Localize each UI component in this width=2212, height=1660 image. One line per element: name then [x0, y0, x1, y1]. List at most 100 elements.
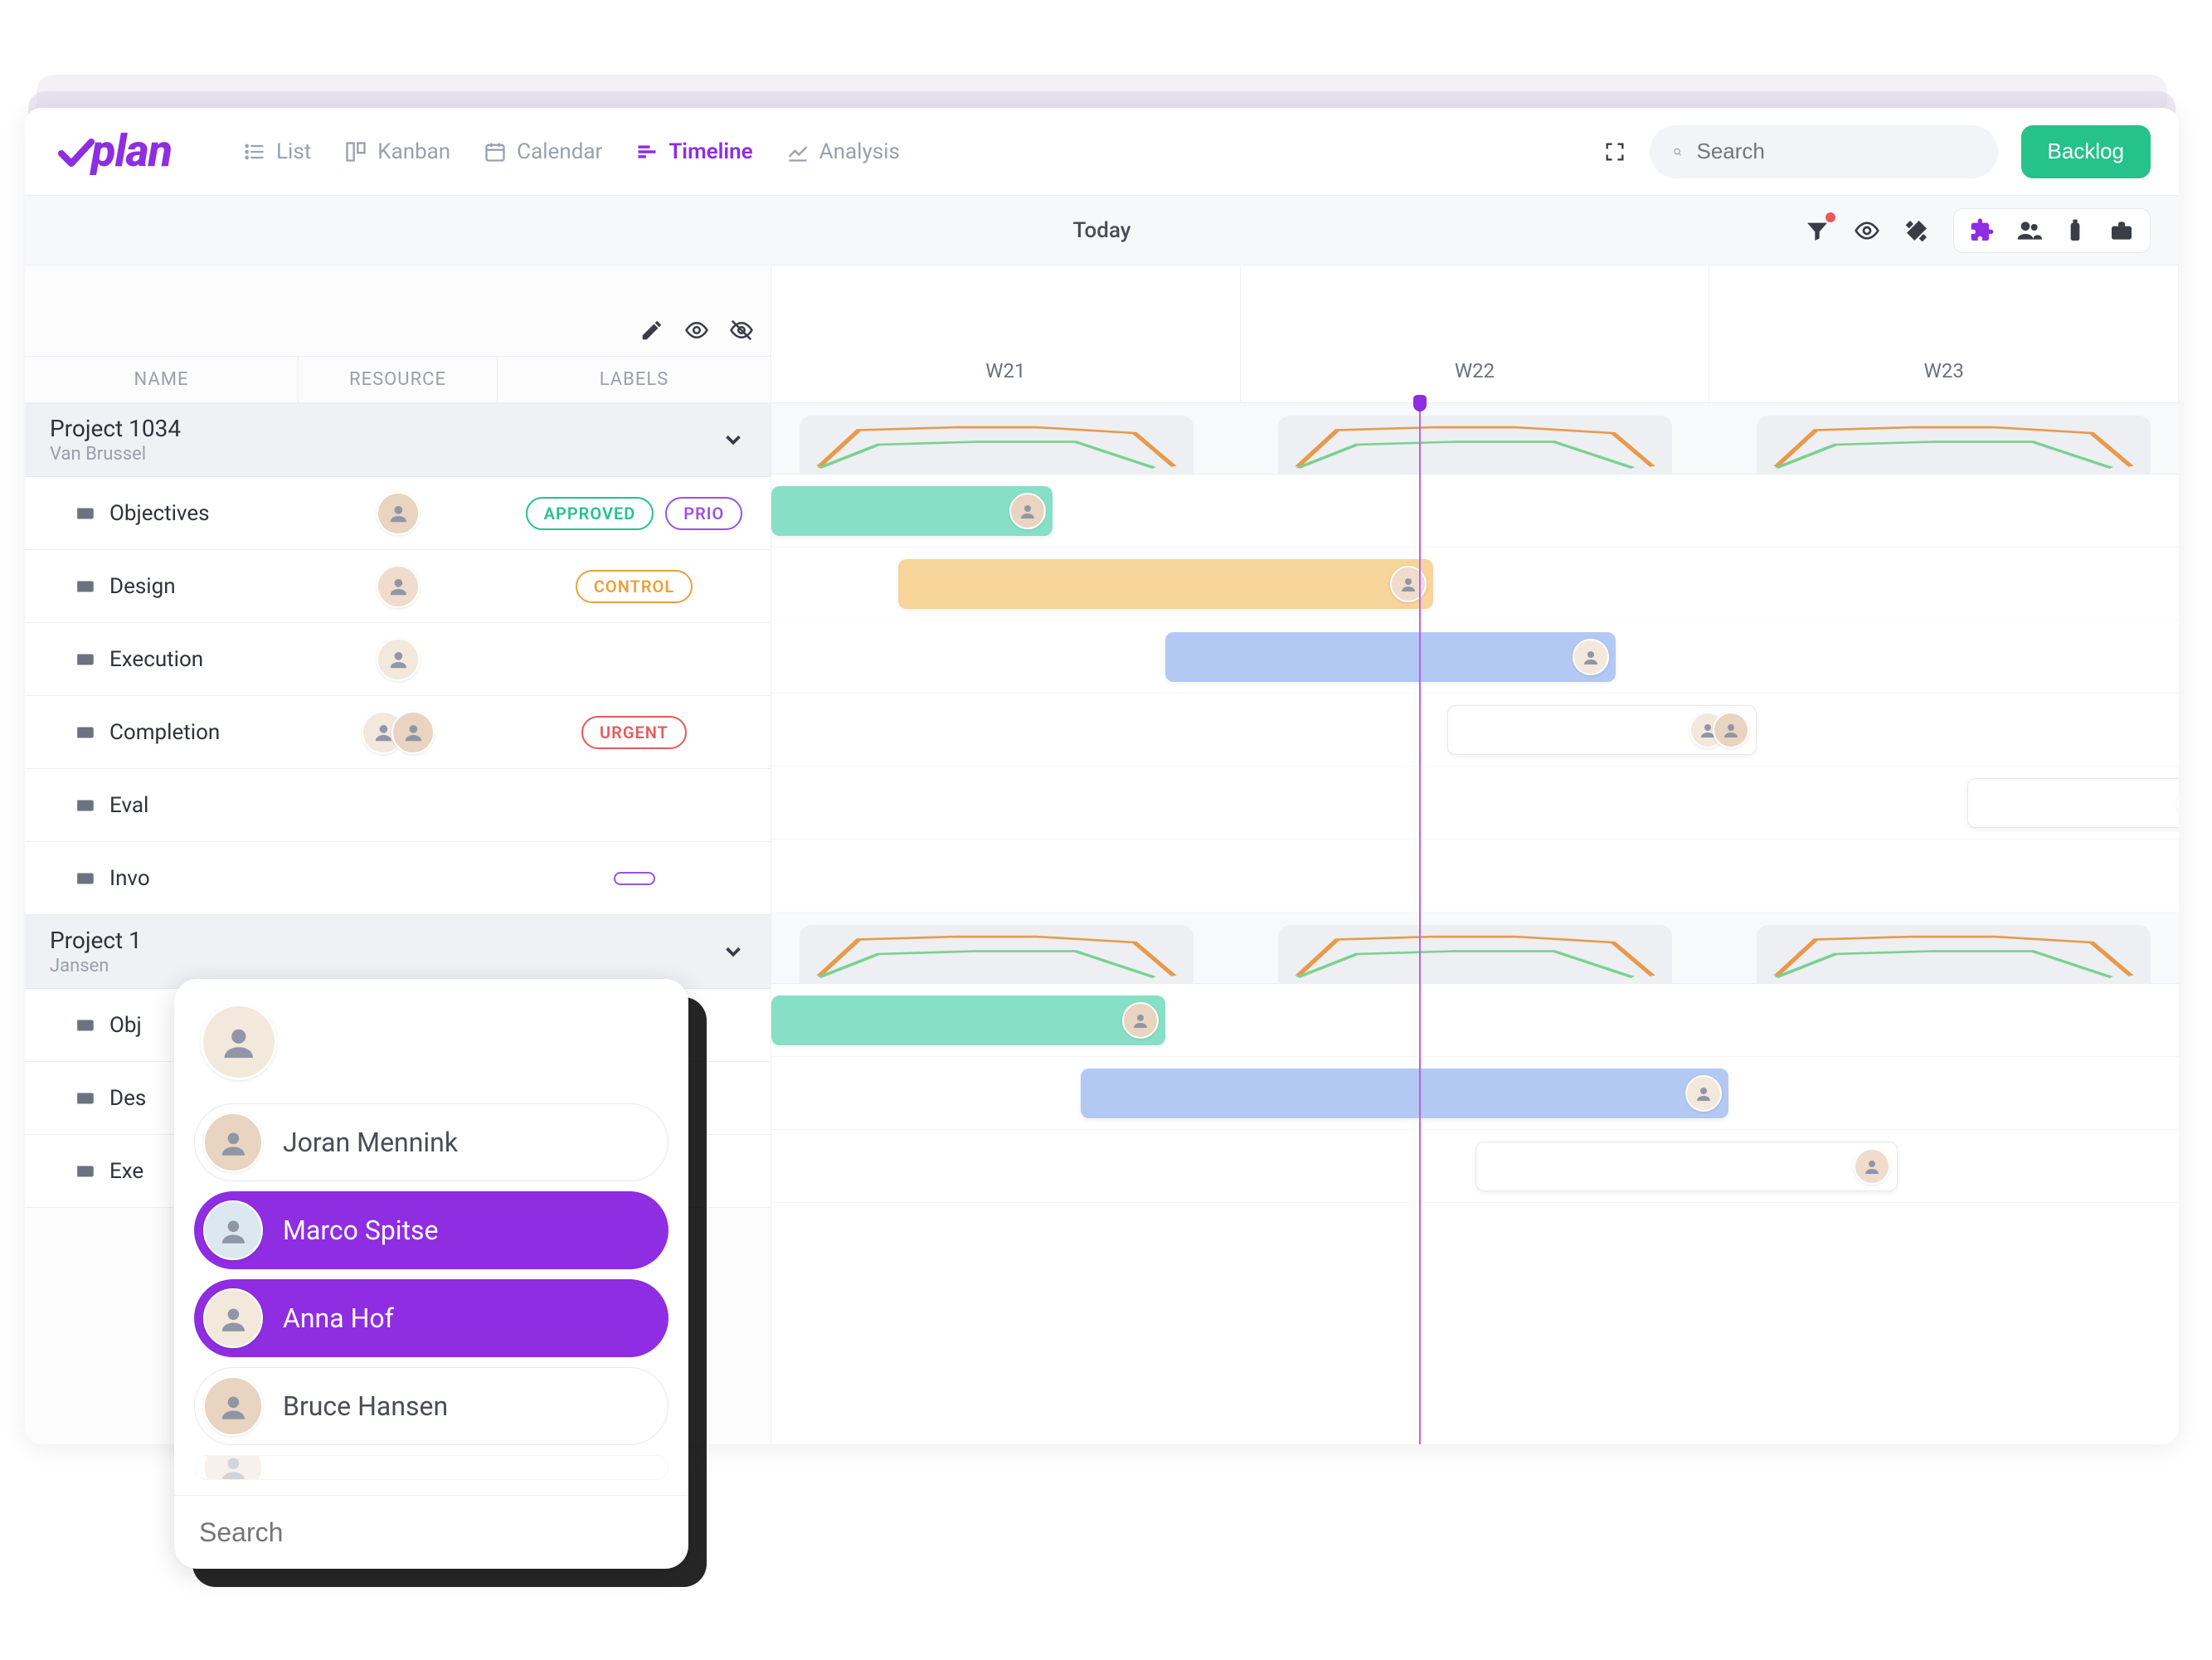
task-row[interactable]: Invo	[25, 842, 771, 915]
label-control: CONTROL	[576, 570, 693, 603]
avatar	[203, 1288, 263, 1348]
capacity-strip	[771, 913, 2179, 984]
card-icon	[75, 576, 96, 597]
view-kanban[interactable]: Kanban	[339, 133, 455, 171]
people-button[interactable]	[2015, 217, 2042, 244]
battery-icon	[2062, 217, 2088, 244]
gantt-bar[interactable]	[1967, 778, 2179, 828]
capacity-strip	[771, 403, 2179, 475]
task-row[interactable]: Design CONTROL	[25, 550, 771, 623]
avatar	[1713, 712, 1749, 748]
card-icon	[75, 1088, 96, 1109]
card-icon	[75, 868, 96, 889]
backlog-button[interactable]: Backlog	[2021, 125, 2151, 178]
panel-header-tools	[25, 265, 771, 357]
gantt-bar[interactable]	[1165, 632, 1616, 682]
card-icon	[75, 1015, 96, 1036]
gantt-bar[interactable]	[898, 559, 1433, 609]
search-input[interactable]	[1697, 139, 1975, 164]
card-icon	[75, 722, 96, 743]
tools-button[interactable]	[1903, 217, 1930, 244]
task-row[interactable]: Execution	[25, 623, 771, 696]
visibility-button[interactable]	[1854, 217, 1880, 244]
label-prio	[614, 872, 655, 885]
avatar	[1390, 566, 1427, 602]
eye-off-icon[interactable]	[729, 318, 754, 343]
task-row[interactable]: Completion URGENT	[25, 696, 771, 769]
group-header[interactable]: Project 1034 Van Brussel	[25, 403, 771, 477]
avatar	[203, 1376, 263, 1436]
briefcase-button[interactable]	[2108, 217, 2135, 244]
calendar-icon	[484, 140, 507, 163]
week-column[interactable]: W22	[1241, 265, 1710, 402]
fullscreen-button[interactable]	[1597, 134, 1633, 170]
briefcase-icon	[2108, 217, 2135, 244]
toolbar: Today	[25, 196, 2179, 265]
view-timeline[interactable]: Timeline	[630, 133, 757, 171]
col-name: NAME	[25, 357, 299, 402]
avatar	[203, 1112, 263, 1172]
person-option[interactable]: Anna Hof	[194, 1279, 668, 1357]
label-prio: PRIO	[665, 497, 742, 530]
person-option[interactable]	[194, 1455, 668, 1480]
popup-search-input[interactable]	[199, 1496, 664, 1569]
person-option[interactable]: Bruce Hansen	[194, 1367, 668, 1445]
today-label[interactable]: Today	[1072, 218, 1130, 243]
avatar	[1854, 1148, 1890, 1185]
week-column[interactable]: W21	[771, 265, 1241, 402]
avatar	[1573, 639, 1609, 675]
battery-button[interactable]	[2062, 217, 2088, 244]
now-indicator	[1419, 403, 1421, 1444]
view-calendar[interactable]: Calendar	[479, 133, 607, 171]
search-icon	[1673, 140, 1682, 163]
avatar	[2177, 785, 2179, 821]
card-icon	[75, 649, 96, 670]
people-picker-popup: Joran Mennink Marco Spitse Anna Hof Bruc…	[174, 979, 688, 1569]
chevron-down-icon	[721, 939, 746, 964]
chevron-down-icon	[721, 427, 746, 452]
group-header[interactable]: Project 1 Jansen	[25, 915, 771, 989]
view-list[interactable]: List	[238, 133, 316, 171]
filter-button[interactable]	[1804, 217, 1830, 244]
task-row[interactable]: Objectives APPROVEDPRIO	[25, 477, 771, 550]
avatar[interactable]	[377, 638, 420, 681]
gantt-bar[interactable]	[771, 486, 1053, 536]
popup-search[interactable]	[174, 1495, 688, 1569]
gantt-bar[interactable]	[1081, 1069, 1728, 1118]
avatar[interactable]	[391, 711, 435, 754]
analysis-icon	[786, 140, 809, 163]
card-icon	[75, 503, 96, 524]
timeline-panel: W21 W22 W23	[771, 265, 2179, 1444]
gantt-bar[interactable]	[1475, 1142, 1898, 1191]
timeline-icon	[635, 140, 659, 163]
avatar	[1122, 1002, 1159, 1039]
avatar	[1685, 1075, 1722, 1112]
tools-icon	[1903, 217, 1930, 244]
gantt-bar[interactable]	[1447, 705, 1757, 755]
eye-icon	[1854, 217, 1880, 244]
avatar[interactable]	[377, 565, 420, 608]
eye-icon[interactable]	[684, 318, 709, 343]
avatar	[203, 1200, 263, 1260]
view-analysis[interactable]: Analysis	[781, 133, 905, 171]
avatar[interactable]	[377, 492, 420, 535]
kanban-icon	[344, 140, 367, 163]
person-option[interactable]: Joran Mennink	[194, 1103, 668, 1181]
view-switcher: List Kanban Calendar Timeline Analysis	[238, 133, 905, 171]
topbar: plan List Kanban Calendar Timeline	[25, 108, 2179, 196]
label-urgent: URGENT	[581, 716, 687, 749]
pencil-icon[interactable]	[639, 318, 664, 343]
column-headers: NAME RESOURCE LABELS	[25, 357, 771, 403]
col-labels: LABELS	[498, 357, 771, 402]
col-resource: RESOURCE	[299, 357, 498, 402]
gantt-bar[interactable]	[771, 996, 1165, 1045]
week-column[interactable]: W23	[1709, 265, 2179, 402]
person-option[interactable]: Marco Spitse	[194, 1191, 668, 1269]
people-icon	[2015, 217, 2042, 244]
view-tools-group	[1953, 208, 2151, 253]
logo: plan	[56, 125, 172, 178]
search-field[interactable]	[1650, 125, 1998, 178]
task-row[interactable]: Eval	[25, 769, 771, 842]
plugin-button[interactable]	[1969, 217, 1996, 244]
label-approved: APPROVED	[526, 497, 654, 530]
